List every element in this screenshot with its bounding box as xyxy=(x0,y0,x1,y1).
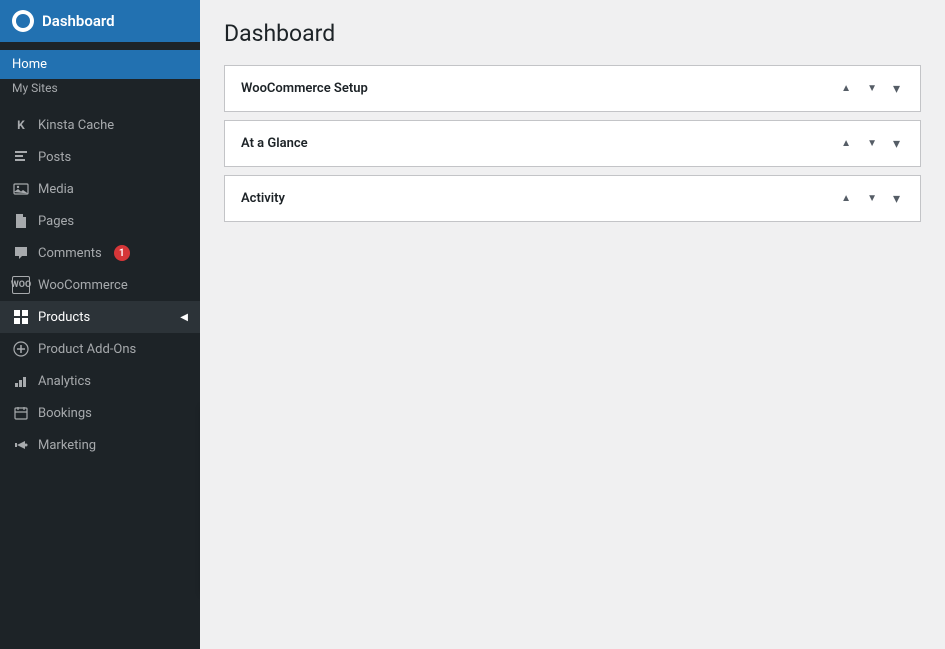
kinsta-cache-label: Kinsta Cache xyxy=(38,118,114,133)
sidebar-item-analytics[interactable]: Analytics xyxy=(0,365,200,397)
widget-woocommerce-setup-title: WooCommerce Setup xyxy=(241,81,837,96)
pages-icon xyxy=(12,212,30,230)
marketing-icon xyxy=(12,436,30,454)
sidebar-item-media[interactable]: Media xyxy=(0,173,200,205)
widget-at-a-glance-title: At a Glance xyxy=(241,136,837,151)
sidebar-item-woocommerce[interactable]: WOO WooCommerce xyxy=(0,269,200,301)
widget-activity-up-button[interactable] xyxy=(837,191,855,206)
sidebar-item-kinsta-cache[interactable]: K Kinsta Cache xyxy=(0,109,200,141)
bookings-icon xyxy=(12,404,30,422)
product-addons-icon xyxy=(12,340,30,358)
media-label: Media xyxy=(38,182,74,197)
products-icon xyxy=(12,308,30,326)
sidebar-item-comments[interactable]: Comments 1 xyxy=(0,237,200,269)
sidebar-item-marketing[interactable]: Marketing xyxy=(0,429,200,461)
marketing-label: Marketing xyxy=(38,438,96,453)
widget-activity-toggle-button[interactable] xyxy=(889,188,904,209)
analytics-label: Analytics xyxy=(38,374,91,389)
comments-badge: 1 xyxy=(114,245,130,261)
home-label: Home xyxy=(12,57,47,72)
widget-activity: Activity xyxy=(224,175,921,222)
widget-at-a-glance-up-button[interactable] xyxy=(837,136,855,151)
widget-woocommerce-setup-toggle-button[interactable] xyxy=(889,78,904,99)
sidebar-header[interactable]: Dashboard xyxy=(0,0,200,42)
product-addons-label: Product Add-Ons xyxy=(38,342,136,357)
sidebar-item-product-addons[interactable]: Product Add-Ons xyxy=(0,333,200,365)
nav-home-section: Home My Sites xyxy=(0,42,200,109)
widget-activity-title: Activity xyxy=(241,191,837,206)
widget-at-a-glance-controls xyxy=(837,133,904,154)
pages-label: Pages xyxy=(38,214,74,229)
products-arrow: ◀ xyxy=(180,312,188,323)
sidebar-item-bookings[interactable]: Bookings xyxy=(0,397,200,429)
sidebar-title: Dashboard xyxy=(42,12,115,30)
widget-at-a-glance: At a Glance xyxy=(224,120,921,167)
sidebar: Dashboard Home My Sites K Kinsta Cache P… xyxy=(0,0,200,649)
woocommerce-label: WooCommerce xyxy=(38,278,128,293)
bookings-label: Bookings xyxy=(38,406,92,421)
widget-activity-down-button[interactable] xyxy=(863,191,881,206)
sidebar-item-products[interactable]: Products ◀ xyxy=(0,301,200,333)
widget-at-a-glance-toggle-button[interactable] xyxy=(889,133,904,154)
widget-at-a-glance-down-button[interactable] xyxy=(863,136,881,151)
kinsta-cache-icon: K xyxy=(12,116,30,134)
widget-woocommerce-setup-controls xyxy=(837,78,904,99)
sidebar-item-posts[interactable]: Posts xyxy=(0,141,200,173)
widget-woocommerce-setup-down-button[interactable] xyxy=(863,81,881,96)
sidebar-item-pages[interactable]: Pages xyxy=(0,205,200,237)
woocommerce-icon: WOO xyxy=(12,276,30,294)
wp-logo-icon xyxy=(12,10,34,32)
posts-icon xyxy=(12,148,30,166)
comments-icon xyxy=(12,244,30,262)
widget-woocommerce-setup: WooCommerce Setup xyxy=(224,65,921,112)
sidebar-item-home[interactable]: Home xyxy=(0,50,200,79)
media-icon xyxy=(12,180,30,198)
posts-label: Posts xyxy=(38,150,71,165)
products-label: Products xyxy=(38,310,90,325)
sidebar-item-my-sites[interactable]: My Sites xyxy=(0,79,200,101)
widget-woocommerce-setup-up-button[interactable] xyxy=(837,81,855,96)
analytics-icon xyxy=(12,372,30,390)
main-content: Dashboard WooCommerce Setup At a Glance … xyxy=(200,0,945,649)
widget-activity-controls xyxy=(837,188,904,209)
page-title: Dashboard xyxy=(224,20,921,47)
comments-label: Comments xyxy=(38,246,102,261)
